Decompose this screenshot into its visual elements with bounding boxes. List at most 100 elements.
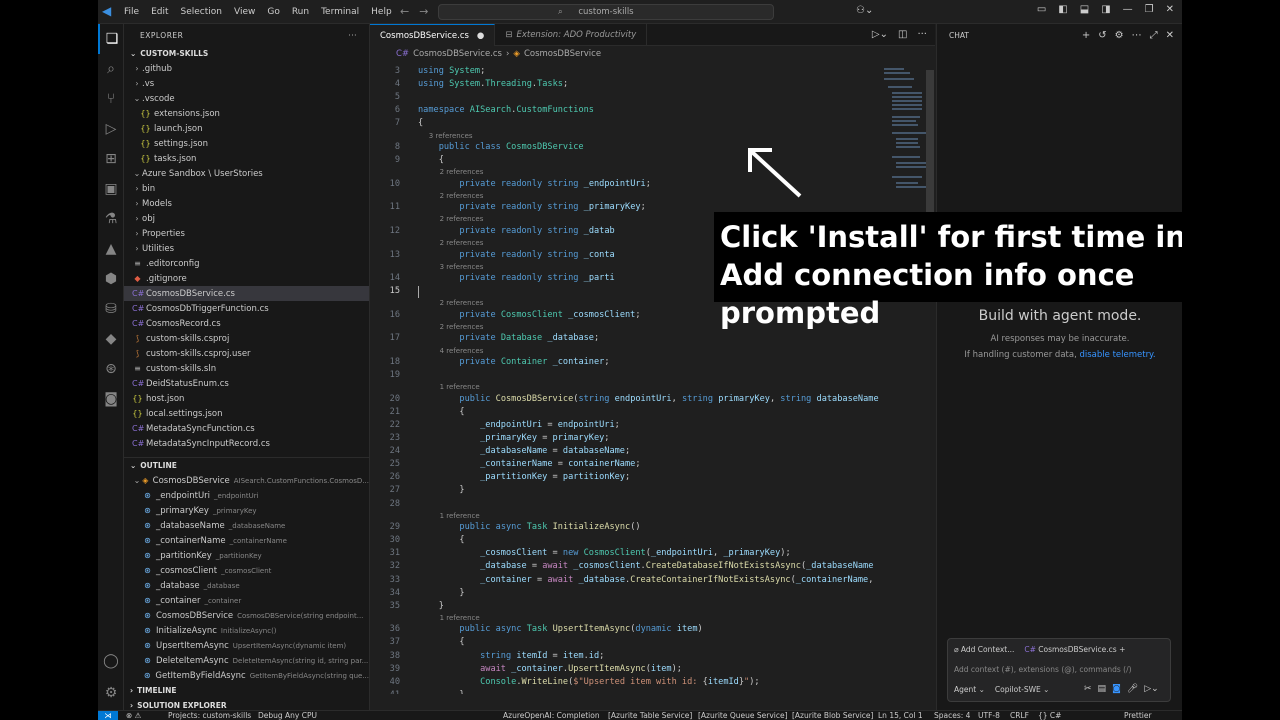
run-icon[interactable]: ▷⌄: [872, 29, 888, 40]
code-line[interactable]: {: [418, 637, 464, 647]
menu-help[interactable]: Help: [371, 7, 392, 17]
file-item[interactable]: {} tasks.json: [124, 151, 369, 166]
code-line[interactable]: }: [418, 485, 464, 495]
outline-item[interactable]: ⊛ _containerName _containerName: [124, 533, 369, 548]
code-line[interactable]: _endpointUri = endpointUri;: [418, 420, 620, 430]
status-encoding[interactable]: UTF-8: [978, 711, 1000, 720]
send-icon[interactable]: ▷⌄: [1144, 684, 1158, 694]
code-lens-references[interactable]: 2 references: [440, 192, 484, 200]
testing-icon[interactable]: ⚗: [98, 204, 124, 234]
status-language[interactable]: {} C#: [1038, 711, 1061, 720]
history-icon[interactable]: ↺: [1098, 30, 1106, 41]
code-line[interactable]: private CosmosClient _cosmosClient;: [418, 310, 640, 320]
code-line[interactable]: _container = await _database.CreateConta…: [418, 575, 873, 585]
status-prettier[interactable]: Prettier: [1124, 711, 1152, 720]
code-line[interactable]: _primaryKey = primaryKey;: [418, 433, 609, 443]
error-icon[interactable]: ⊗ ⚠: [126, 711, 141, 720]
status-indentation[interactable]: Spaces: 4: [934, 711, 970, 720]
remote-explorer-icon[interactable]: ▣: [98, 174, 124, 204]
folder-item[interactable]: › obj: [124, 211, 369, 226]
account-icon[interactable]: ◯: [98, 646, 124, 676]
minimap[interactable]: [880, 64, 930, 204]
model-picker[interactable]: Copilot-SWE ⌄: [995, 685, 1050, 694]
outline-item[interactable]: ⊛ _partitionKey _partitionKey: [124, 548, 369, 563]
containers-icon[interactable]: ⬢: [98, 264, 124, 294]
code-line[interactable]: using System.Threading.Tasks;: [418, 79, 568, 89]
code-line[interactable]: public async Task UpsertItemAsync(dynami…: [418, 624, 702, 634]
code-line[interactable]: public class CosmosDBService: [418, 142, 584, 152]
tab-cosmosdbservice[interactable]: CosmosDBService.cs ●: [370, 24, 496, 46]
code-line[interactable]: }: [418, 690, 464, 694]
status-azureopenai[interactable]: AzureOpenAI: Completion: [503, 711, 600, 720]
menu-file[interactable]: File: [124, 7, 139, 17]
mic-icon[interactable]: 🎤︎: [1127, 684, 1138, 694]
outline-item[interactable]: ⊛ _databaseName _databaseName: [124, 518, 369, 533]
code-line[interactable]: }: [418, 601, 444, 611]
docker-icon[interactable]: ◙: [98, 384, 124, 414]
folder-item[interactable]: ⌄ .vscode: [124, 91, 369, 106]
code-line[interactable]: _containerName = containerName;: [418, 459, 640, 469]
status-config[interactable]: Debug Any CPU: [258, 711, 317, 720]
code-line[interactable]: private Database _database;: [418, 333, 599, 343]
file-item[interactable]: {} host.json: [124, 391, 369, 406]
folder-item[interactable]: › bin: [124, 181, 369, 196]
file-item[interactable]: ⟆ custom-skills.csproj.user: [124, 346, 369, 361]
file-item[interactable]: ≡ custom-skills.sln: [124, 361, 369, 376]
file-item[interactable]: {} local.settings.json: [124, 406, 369, 421]
deploy-icon[interactable]: ◆: [98, 324, 124, 354]
settings-gear-icon[interactable]: ⚙: [98, 678, 124, 708]
menu-terminal[interactable]: Terminal: [321, 7, 359, 17]
copilot-icon[interactable]: ⚇⌄: [856, 5, 873, 16]
file-item[interactable]: C# MetadataSyncInputRecord.cs: [124, 436, 369, 451]
new-chat-icon[interactable]: +: [1082, 30, 1090, 41]
file-item[interactable]: ◆ .gitignore: [124, 271, 369, 286]
menu-edit[interactable]: Edit: [151, 7, 168, 17]
close-icon[interactable]: ✕: [1166, 4, 1174, 15]
file-item[interactable]: {} extensions.json: [124, 106, 369, 121]
outline-item[interactable]: ⌄ ◈ CosmosDBService AISearch.CustomFunction…: [124, 473, 369, 488]
toggle-sidebar-icon[interactable]: ◧: [1058, 4, 1067, 15]
folder-item[interactable]: › .vs: [124, 76, 369, 91]
code-line[interactable]: _database = await _cosmosClient.CreateDa…: [418, 561, 873, 571]
more-actions-icon[interactable]: ···: [348, 31, 357, 40]
file-item[interactable]: C# CosmosDbTriggerFunction.cs: [124, 301, 369, 316]
chat-input-box[interactable]: ⌀ Add Context... C# CosmosDBService.cs +…: [947, 638, 1171, 702]
status-queue-service[interactable]: [Azurite Queue Service]: [698, 711, 788, 720]
code-line[interactable]: private readonly string _endpointUri;: [418, 179, 651, 189]
minimize-icon[interactable]: —: [1123, 4, 1133, 15]
code-line[interactable]: string itemId = item.id;: [418, 651, 604, 661]
folder-item[interactable]: › .github: [124, 61, 369, 76]
outline-item[interactable]: ⊛ _endpointUri _endpointUri: [124, 488, 369, 503]
code-lens-references[interactable]: 1 reference: [440, 383, 480, 391]
code-line[interactable]: _databaseName = databaseName;: [418, 446, 630, 456]
layout-icon[interactable]: ▭: [1037, 4, 1046, 15]
code-line[interactable]: public CosmosDBService(string endpointUr…: [418, 394, 878, 404]
toggle-panel-icon[interactable]: ⬓: [1080, 4, 1089, 15]
code-line[interactable]: private readonly string _datab: [418, 226, 614, 236]
outline-section[interactable]: ⌄ OUTLINE: [124, 457, 369, 473]
status-table-service[interactable]: [Azurite Table Service]: [608, 711, 692, 720]
extensions-icon[interactable]: ⊞: [98, 144, 124, 174]
maximize-icon[interactable]: ❐: [1145, 4, 1154, 15]
code-lens-references[interactable]: 1 reference: [440, 614, 480, 622]
code-line[interactable]: [418, 286, 419, 299]
outline-item[interactable]: ⊛ GetItemByFieldAsync GetItemByFieldAsync(…: [124, 668, 369, 683]
folder-item[interactable]: › Utilities: [124, 241, 369, 256]
outline-item[interactable]: ⊛ _container _container: [124, 593, 369, 608]
outline-item[interactable]: ⊛ UpsertItemAsync UpsertItemAsync(dynamic …: [124, 638, 369, 653]
code-line[interactable]: Console.WriteLine($"Upserted item with i…: [418, 677, 760, 687]
code-editor[interactable]: 3 using System; 4 using System.Threading.Ta…: [370, 64, 890, 694]
status-cursor-position[interactable]: Ln 15, Col 1: [878, 711, 923, 720]
close-chat-icon[interactable]: ✕: [1166, 30, 1174, 41]
add-icon[interactable]: +: [1119, 645, 1125, 654]
nav-arrows-icon[interactable]: ←→: [400, 5, 438, 18]
mode-picker[interactable]: Agent ⌄: [954, 685, 985, 694]
tab-extension-ado[interactable]: ⊟ Extension: ADO Productivity: [495, 24, 648, 46]
outline-item[interactable]: ⊛ _primaryKey _primaryKey: [124, 503, 369, 518]
code-lens-references[interactable]: 2 references: [440, 299, 484, 307]
menu-run[interactable]: Run: [292, 7, 309, 17]
settings-icon[interactable]: ⚙: [1115, 30, 1124, 41]
project-section[interactable]: ⌄ CUSTOM-SKILLS: [124, 46, 369, 61]
status-eol[interactable]: CRLF: [1010, 711, 1029, 720]
folder-item[interactable]: › Properties: [124, 226, 369, 241]
